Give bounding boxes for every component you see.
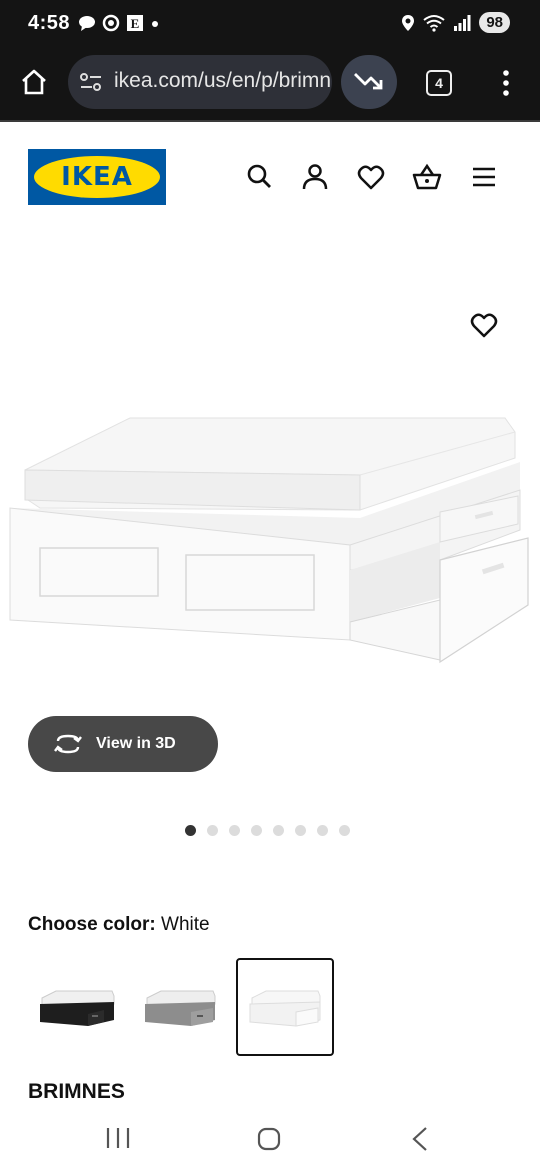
bed-gray-thumbnail xyxy=(145,990,216,1026)
carousel-dot[interactable] xyxy=(207,825,218,836)
carousel-dot[interactable] xyxy=(251,825,262,836)
signal-icon xyxy=(454,14,471,31)
price-tracking-button[interactable] xyxy=(341,55,397,109)
color-swatch-black[interactable] xyxy=(28,960,122,1054)
bed-black-thumbnail xyxy=(40,990,115,1026)
view-in-3d-button[interactable]: View in 3D xyxy=(28,716,218,772)
hamburger-menu-icon[interactable] xyxy=(471,163,497,191)
rotate-3d-icon xyxy=(54,734,82,754)
selected-color-value: White xyxy=(161,914,210,935)
trend-down-icon xyxy=(354,73,383,90)
status-time: 4:58 xyxy=(28,12,71,34)
home-nav-icon[interactable] xyxy=(256,1126,282,1152)
carousel-dot[interactable] xyxy=(273,825,284,836)
search-icon[interactable] xyxy=(246,163,272,191)
dot-icon xyxy=(152,21,158,27)
color-swatch-gray[interactable] xyxy=(133,960,227,1054)
tab-switcher-button[interactable]: 4 xyxy=(426,70,452,96)
bed-white-thumbnail xyxy=(249,990,321,1027)
heart-icon[interactable] xyxy=(357,163,385,191)
wifi-icon xyxy=(423,14,445,32)
carousel-dot[interactable] xyxy=(317,825,328,836)
product-image[interactable] xyxy=(0,400,540,670)
view-in-3d-label: View in 3D xyxy=(96,735,176,752)
favorite-heart-icon[interactable] xyxy=(470,311,498,339)
location-icon xyxy=(402,14,415,31)
svg-text:E: E xyxy=(131,16,140,31)
address-bar[interactable]: ikea.com/us/en/p/brimnes xyxy=(68,55,332,109)
recent-apps-icon[interactable] xyxy=(104,1126,132,1150)
carousel-dot[interactable] xyxy=(295,825,306,836)
notification-icons: E xyxy=(78,14,160,32)
record-icon xyxy=(102,14,120,32)
choose-color-label: Choose color: xyxy=(28,914,156,935)
carousel-dot[interactable] xyxy=(185,825,196,836)
choose-color-row: Choose color: White xyxy=(28,914,210,936)
system-navigation-bar xyxy=(0,1110,540,1170)
back-nav-icon[interactable] xyxy=(408,1126,432,1152)
status-bar: 4:58 E 98 xyxy=(0,0,540,50)
logo-text: IKEA xyxy=(61,162,133,192)
home-icon[interactable] xyxy=(18,66,50,98)
e-app-icon: E xyxy=(127,15,143,31)
battery-badge: 98 xyxy=(479,12,510,33)
browser-toolbar: ikea.com/us/en/p/brimnes 4 xyxy=(0,50,540,122)
color-swatch-white[interactable] xyxy=(236,958,334,1056)
url-text: ikea.com/us/en/p/brimnes xyxy=(114,69,332,92)
carousel-dot[interactable] xyxy=(339,825,350,836)
overflow-menu-icon[interactable] xyxy=(496,68,516,98)
chat-bubble-icon xyxy=(79,16,95,31)
carousel-dot[interactable] xyxy=(229,825,240,836)
user-icon[interactable] xyxy=(301,163,329,191)
ikea-logo[interactable]: IKEA xyxy=(28,149,166,205)
site-settings-icon[interactable] xyxy=(80,72,102,92)
product-name: BRIMNES xyxy=(28,1080,125,1103)
system-icons: 98 xyxy=(401,12,510,33)
cart-icon[interactable] xyxy=(412,163,442,191)
image-carousel-dots xyxy=(185,825,350,836)
